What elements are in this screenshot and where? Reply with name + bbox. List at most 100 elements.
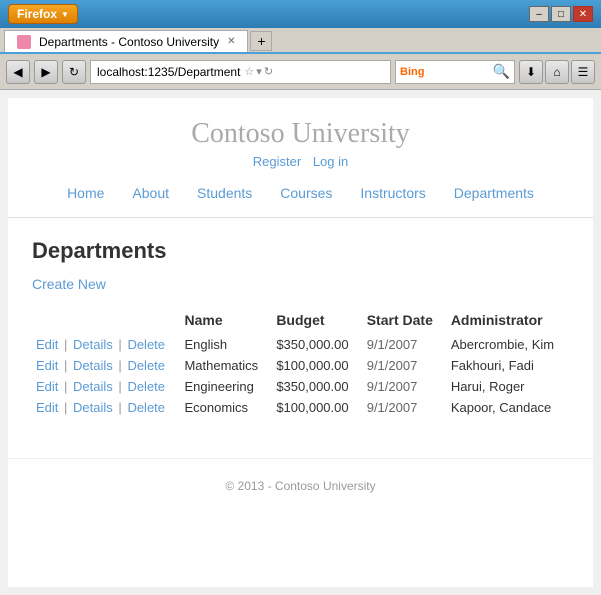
university-title: Contoso University (8, 118, 593, 150)
university-header: Contoso University Register Log in Home … (8, 98, 593, 218)
col-administrator: Administrator (447, 308, 569, 334)
bookmark-down-icon: ▾ (256, 65, 262, 78)
footer-text: © 2013 - Contoso University (225, 479, 375, 493)
forward-button[interactable]: ▶ (34, 60, 58, 84)
delete-link-2[interactable]: Delete (127, 379, 165, 394)
col-budget: Budget (272, 308, 362, 334)
dept-date-1: 9/1/2007 (363, 355, 447, 376)
maximize-button[interactable]: □ (551, 6, 571, 22)
dept-admin-3: Kapoor, Candace (447, 397, 569, 418)
address-icons: ☆ ▾ ↻ (244, 65, 273, 78)
search-icon: 🔍 (492, 63, 509, 80)
settings-button[interactable]: ☰ (571, 60, 595, 84)
dept-budget-0: $350,000.00 (272, 334, 362, 355)
table-row: Edit | Details | Delete Mathematics $100… (32, 355, 569, 376)
nav-students[interactable]: Students (183, 181, 266, 205)
sep: | (64, 379, 67, 394)
table-row: Edit | Details | Delete Economics $100,0… (32, 397, 569, 418)
url-text: localhost:1235/Department (97, 65, 240, 79)
details-link-2[interactable]: Details (73, 379, 113, 394)
col-startdate: Start Date (363, 308, 447, 334)
back-button[interactable]: ◀ (6, 60, 30, 84)
nav-about[interactable]: About (118, 181, 183, 205)
page-title: Departments (32, 238, 569, 264)
col-actions (32, 308, 180, 334)
edit-link-1[interactable]: Edit (36, 358, 58, 373)
dept-budget-2: $350,000.00 (272, 376, 362, 397)
row-actions: Edit | Details | Delete (32, 376, 180, 397)
nav-instructors[interactable]: Instructors (346, 181, 439, 205)
search-input[interactable] (428, 66, 488, 78)
tabbar: Departments - Contoso University ✕ + (0, 28, 601, 54)
create-new-link[interactable]: Create New (32, 276, 106, 292)
dept-name-1: Mathematics (180, 355, 272, 376)
departments-table: Name Budget Start Date Administrator Edi… (32, 308, 569, 418)
edit-link-0[interactable]: Edit (36, 337, 58, 352)
new-tab-button[interactable]: + (250, 31, 272, 51)
refresh-button[interactable]: ↻ (62, 60, 86, 84)
page-body: Departments Create New Name Budget Start… (8, 218, 593, 438)
sep: | (118, 337, 121, 352)
browser-window: Firefox ▼ – □ ✕ Departments - Contoso Un… (0, 0, 601, 595)
content-area: Contoso University Register Log in Home … (0, 90, 601, 595)
address-input[interactable]: localhost:1235/Department ☆ ▾ ↻ (90, 60, 391, 84)
nav-courses[interactable]: Courses (266, 181, 346, 205)
firefox-arrow-icon: ▼ (61, 10, 69, 19)
bing-logo: Bing (400, 66, 424, 78)
auth-links: Register Log in (8, 154, 593, 169)
delete-link-3[interactable]: Delete (127, 400, 165, 415)
delete-link-0[interactable]: Delete (127, 337, 165, 352)
window-controls: – □ ✕ (529, 6, 593, 22)
firefox-menu-button[interactable]: Firefox ▼ (8, 4, 78, 24)
delete-link-1[interactable]: Delete (127, 358, 165, 373)
dept-name-0: English (180, 334, 272, 355)
reload-addr-icon: ↻ (264, 65, 273, 78)
toolbar-buttons: ⬇ ⌂ ☰ (519, 60, 595, 84)
details-link-1[interactable]: Details (73, 358, 113, 373)
sep: | (118, 400, 121, 415)
download-button[interactable]: ⬇ (519, 60, 543, 84)
sep: | (118, 358, 121, 373)
dept-budget-3: $100,000.00 (272, 397, 362, 418)
dept-name-3: Economics (180, 397, 272, 418)
minimize-button[interactable]: – (529, 6, 549, 22)
tab-favicon (17, 35, 31, 49)
row-actions: Edit | Details | Delete (32, 397, 180, 418)
dept-date-3: 9/1/2007 (363, 397, 447, 418)
row-actions: Edit | Details | Delete (32, 334, 180, 355)
firefox-label: Firefox (17, 7, 57, 21)
nav-departments[interactable]: Departments (440, 181, 548, 205)
sep: | (118, 379, 121, 394)
login-link[interactable]: Log in (313, 154, 348, 169)
table-row: Edit | Details | Delete English $350,000… (32, 334, 569, 355)
titlebar: Firefox ▼ – □ ✕ (0, 0, 601, 28)
table-row: Edit | Details | Delete Engineering $350… (32, 376, 569, 397)
dept-admin-2: Harui, Roger (447, 376, 569, 397)
dept-date-2: 9/1/2007 (363, 376, 447, 397)
register-link[interactable]: Register (253, 154, 301, 169)
nav-menu: Home About Students Courses Instructors … (8, 173, 593, 209)
nav-home[interactable]: Home (53, 181, 118, 205)
sep: | (64, 337, 67, 352)
search-box[interactable]: Bing 🔍 (395, 60, 515, 84)
dept-admin-0: Abercrombie, Kim (447, 334, 569, 355)
details-link-0[interactable]: Details (73, 337, 113, 352)
details-link-3[interactable]: Details (73, 400, 113, 415)
close-button[interactable]: ✕ (573, 6, 593, 22)
edit-link-3[interactable]: Edit (36, 400, 58, 415)
sep: | (64, 358, 67, 373)
row-actions: Edit | Details | Delete (32, 355, 180, 376)
tab-close-button[interactable]: ✕ (227, 36, 235, 47)
sep: | (64, 400, 67, 415)
active-tab[interactable]: Departments - Contoso University ✕ (4, 30, 248, 52)
page: Contoso University Register Log in Home … (8, 98, 593, 587)
edit-link-2[interactable]: Edit (36, 379, 58, 394)
page-footer: © 2013 - Contoso University (8, 458, 593, 513)
dept-date-0: 9/1/2007 (363, 334, 447, 355)
col-name: Name (180, 308, 272, 334)
dept-budget-1: $100,000.00 (272, 355, 362, 376)
tab-title: Departments - Contoso University (39, 35, 219, 49)
bookmark-icon: ☆ (244, 65, 254, 78)
address-bar: ◀ ▶ ↻ localhost:1235/Department ☆ ▾ ↻ Bi… (0, 54, 601, 90)
home-button[interactable]: ⌂ (545, 60, 569, 84)
